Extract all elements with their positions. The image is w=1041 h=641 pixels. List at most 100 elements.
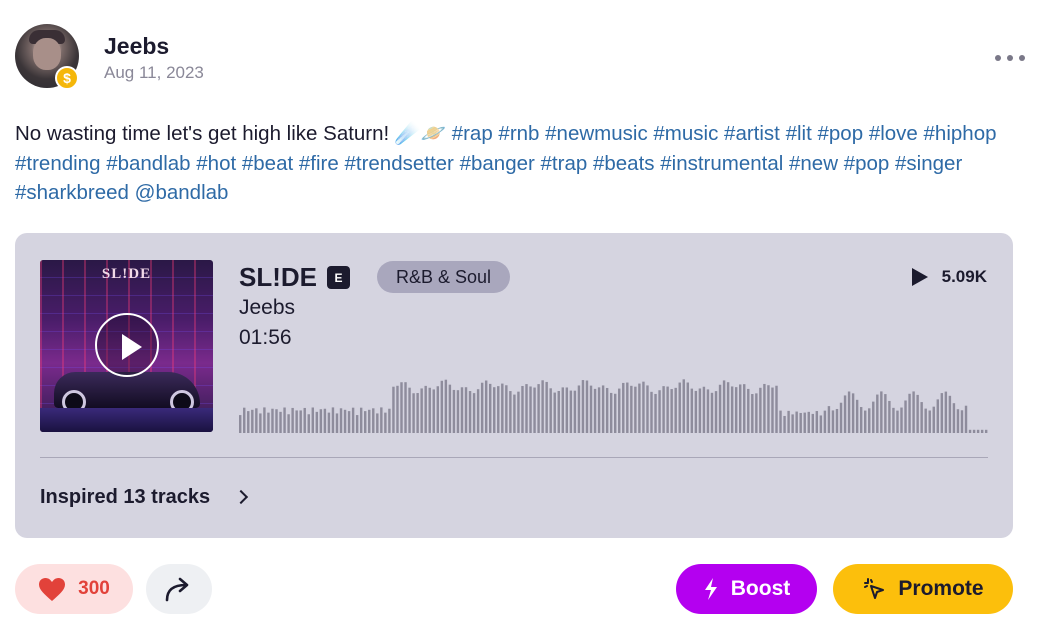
waveform-bar [315,411,319,433]
waveform-bar [936,399,939,433]
divider [40,457,988,458]
waveform-bar [408,387,411,433]
waveform-bar [811,413,814,433]
waveform-bar [908,393,911,433]
cover-floor [40,408,213,432]
waveform-bar [275,409,278,433]
waveform-bar [638,383,641,433]
hashtag-link[interactable]: #rnb [498,122,539,145]
waveform-bar [654,393,657,433]
hashtag-link[interactable]: #beat [242,152,293,175]
waveform[interactable] [239,369,989,433]
waveform-bar [605,387,609,433]
author-name[interactable]: Jeebs [104,33,169,60]
avatar[interactable]: $ [15,24,79,90]
waveform-bar [819,415,823,433]
hashtag-link[interactable]: #lit [786,122,812,145]
waveform-bar [924,408,927,433]
hashtag-link[interactable]: #pop [818,122,864,145]
waveform-bar [904,400,907,433]
waveform-bar [779,410,782,433]
waveform-bar [553,392,556,433]
track-artist[interactable]: Jeebs [239,296,295,320]
genre-tag[interactable]: R&B & Soul [377,261,511,293]
track-cover[interactable]: SL!DE [40,260,213,432]
waveform-bar [763,383,766,433]
waveform-bar [884,394,887,433]
waveform-bar [355,415,359,433]
share-button[interactable] [146,564,212,614]
waveform-bar [372,408,375,433]
waveform-bar [416,393,419,433]
hashtag-link[interactable]: #music [653,122,718,145]
waveform-bar [642,381,645,433]
waveform-bar [287,414,290,433]
hashtag-link[interactable]: #beats [593,152,655,175]
waveform-bar [299,410,302,433]
waveform-bar [243,407,246,433]
waveform-bar [698,388,702,433]
hashtag-link[interactable]: #love [869,122,918,145]
cover-title: SL!DE [101,266,152,282]
inspired-tracks-link[interactable]: Inspired 13 tracks [40,485,249,509]
waveform-bar [864,410,867,433]
waveform-bar [561,387,564,433]
hashtag-link[interactable]: #instrumental [660,152,783,175]
waveform-bar [872,401,875,433]
waveform-bar [932,406,935,433]
promote-button[interactable]: Promote [833,564,1013,614]
waveform-bar [694,390,698,433]
chevron-right-icon [234,489,249,505]
hashtag-link[interactable]: #trending [15,152,100,175]
waveform-bar [311,407,314,433]
waveform-bar [726,382,730,433]
waveform-bar [948,395,952,433]
waveform-bar [759,387,762,433]
waveform-bar [743,384,746,433]
waveform-bar [557,390,560,433]
waveform-bar [646,385,649,433]
waveform-bar [291,407,294,433]
track-title[interactable]: SL!DE [239,262,317,293]
more-options-icon[interactable] [995,46,1025,70]
hashtag-link[interactable]: #sharkbreed [15,181,129,204]
waveform-bar [928,410,931,433]
waveform-bar [976,429,980,433]
waveform-bar [589,385,593,433]
waveform-bar [577,385,581,433]
inspired-label: Inspired 13 tracks [40,485,211,508]
post-caption: No wasting time let's get high like Satu… [15,119,1025,208]
waveform-bar [412,393,415,433]
hashtag-link[interactable]: #rap [452,122,493,145]
hashtag-link[interactable]: #trap [541,152,588,175]
waveform-bar [493,387,496,433]
hashtag-link[interactable]: #hiphop [924,122,997,145]
hashtag-link[interactable]: #bandlab [106,152,190,175]
boost-button[interactable]: Boost [676,564,817,614]
hashtag-link[interactable]: #trendsetter [344,152,453,175]
waveform-bar [388,408,391,433]
track-card[interactable]: SL!DE SL!DE E R&B & Soul 5.09K Jeebs 01:… [15,233,1013,538]
like-button[interactable]: 300 [15,564,133,614]
hashtag-link[interactable]: #artist [724,122,780,145]
hashtag-link[interactable]: @bandlab [135,181,229,204]
play-icon[interactable] [95,313,159,377]
waveform-bar [614,393,617,433]
hashtag-link[interactable]: #newmusic [545,122,648,145]
hashtag-link[interactable]: #pop [844,152,890,175]
hashtag-link[interactable]: #singer [895,152,962,175]
waveform-bar [359,407,363,433]
waveform-bar [622,382,625,433]
hashtag-link[interactable]: #fire [299,152,339,175]
hashtag-link[interactable]: #new [789,152,838,175]
waveform-bar [537,384,540,433]
hashtag-link[interactable]: #banger [460,152,535,175]
waveform-bar [335,413,339,433]
waveform-bar [436,386,439,433]
waveform-bar [630,385,633,433]
waveform-bar [545,381,548,433]
hashtag-link[interactable]: #hot [196,152,236,175]
boost-label: Boost [730,577,791,600]
waveform-bar [396,385,399,433]
waveform-bar [480,382,484,433]
